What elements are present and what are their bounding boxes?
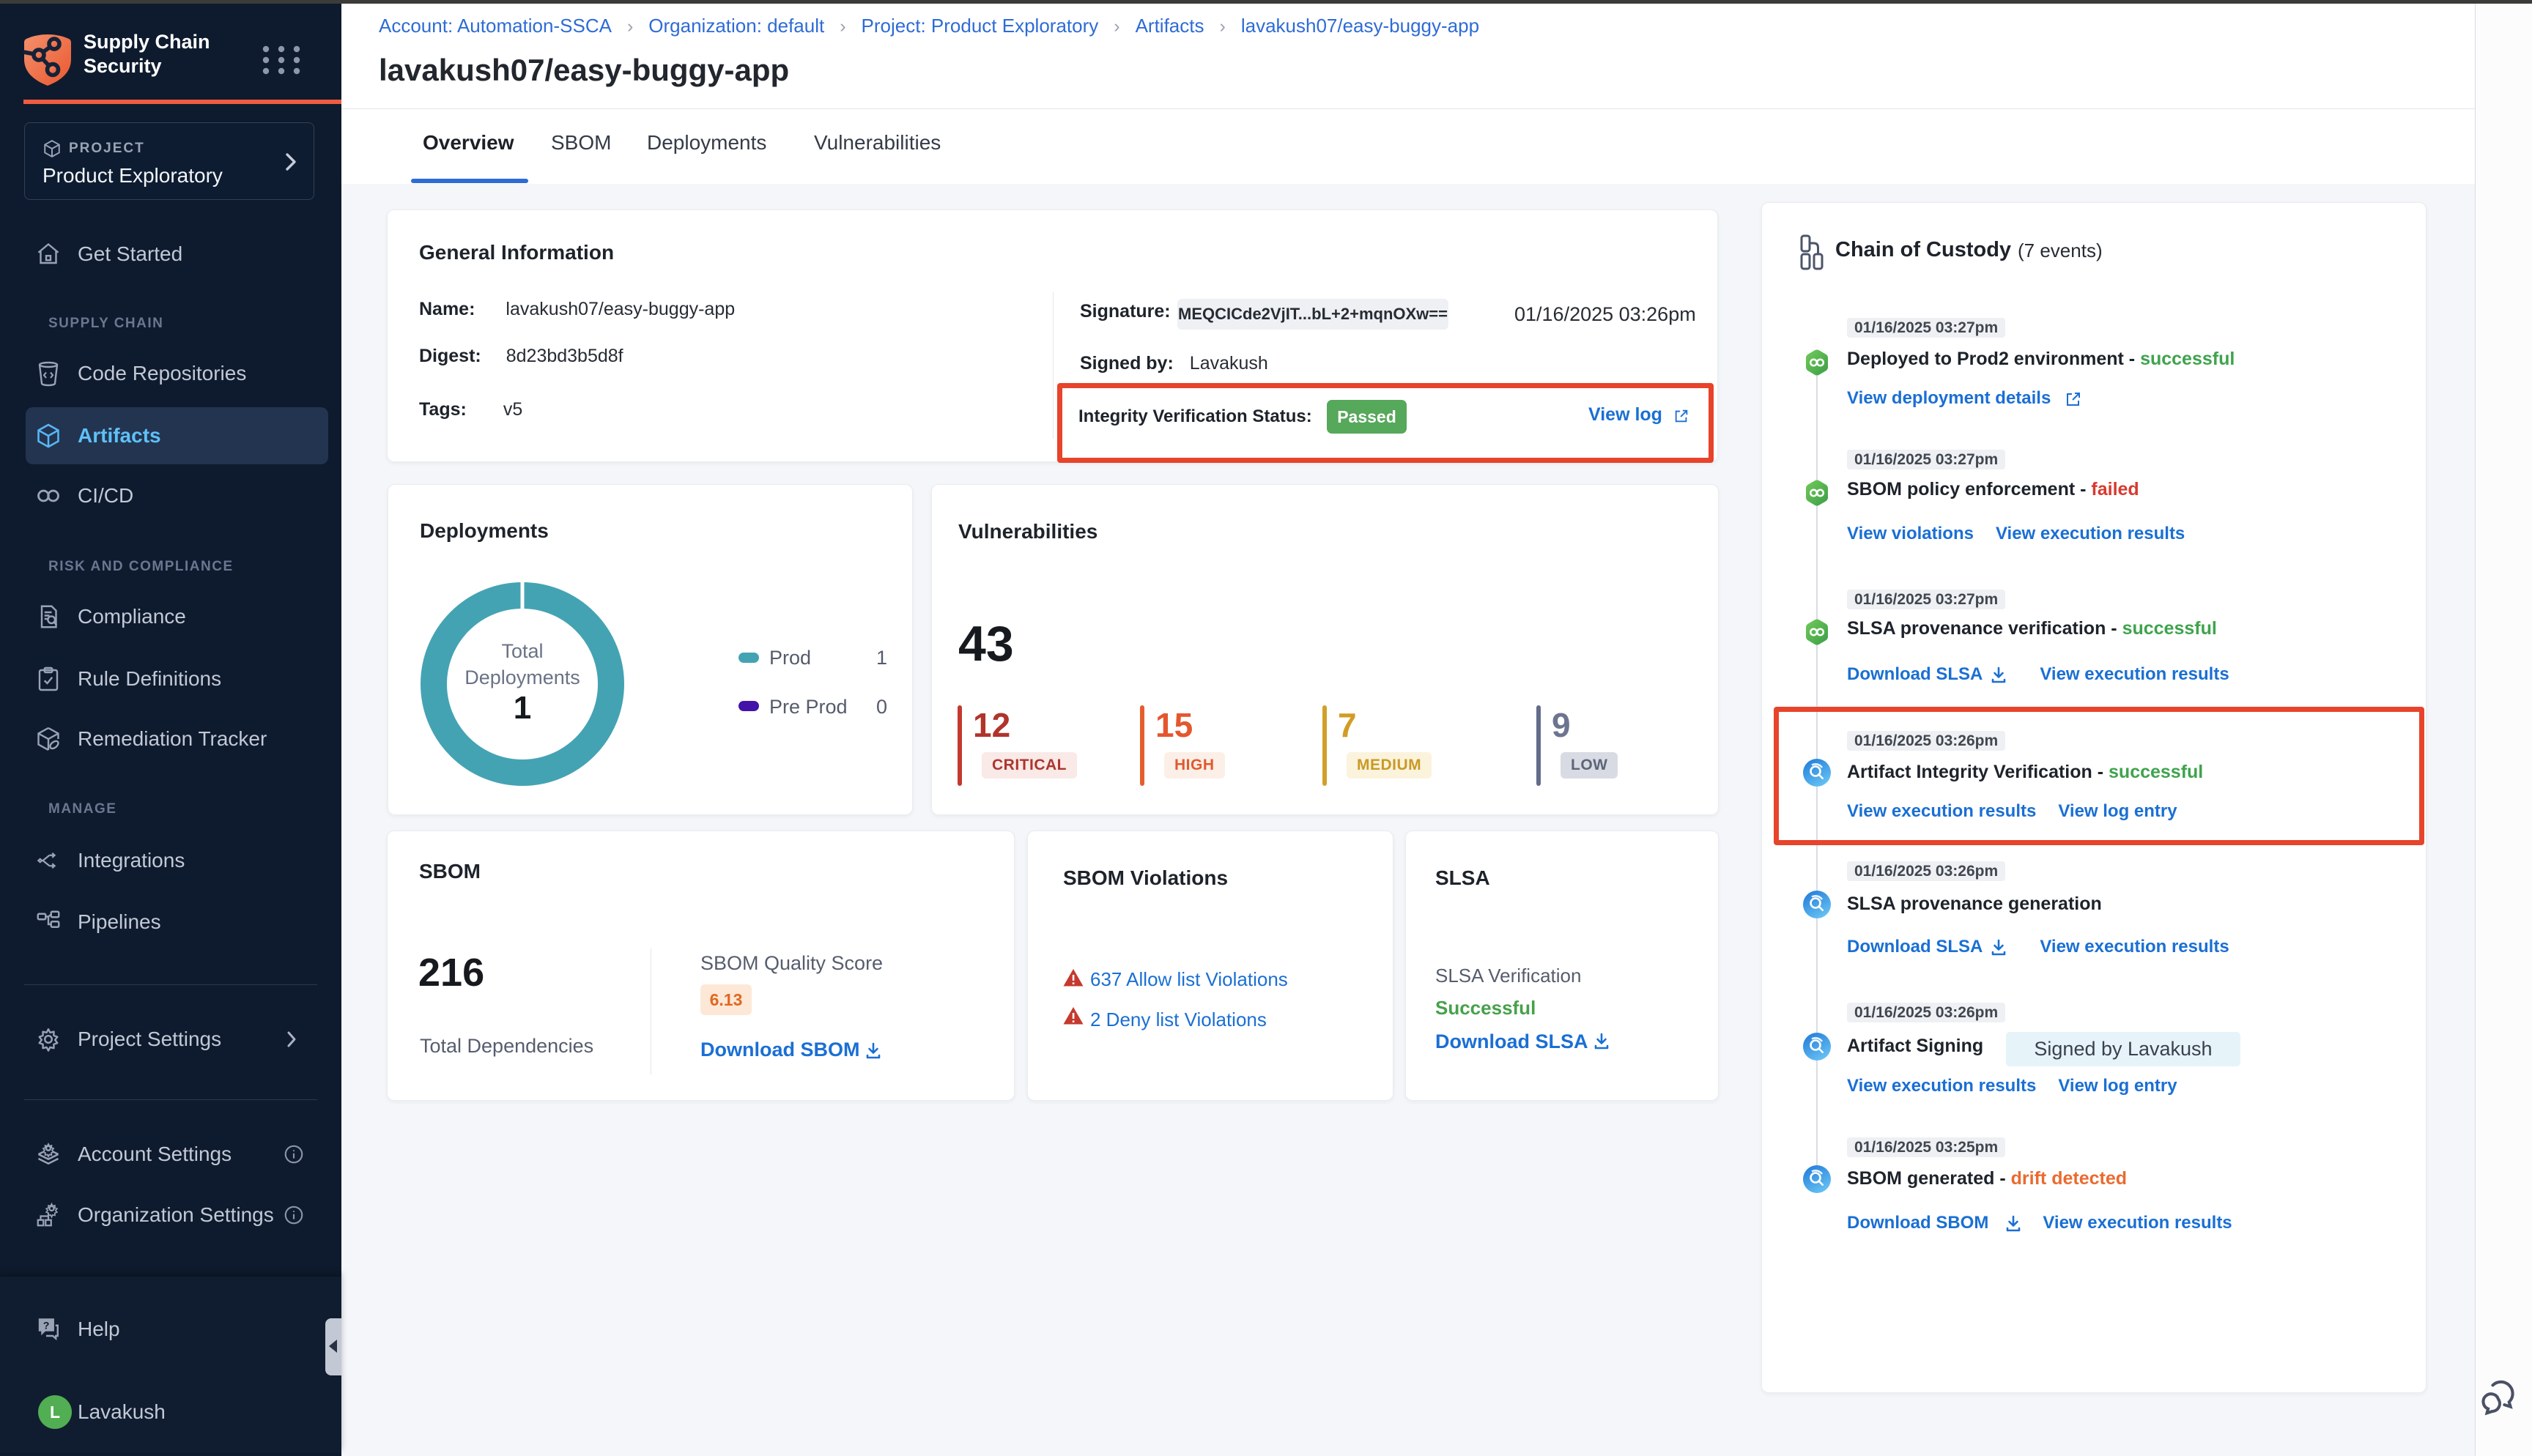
svg-text:?: ?: [43, 1320, 50, 1331]
